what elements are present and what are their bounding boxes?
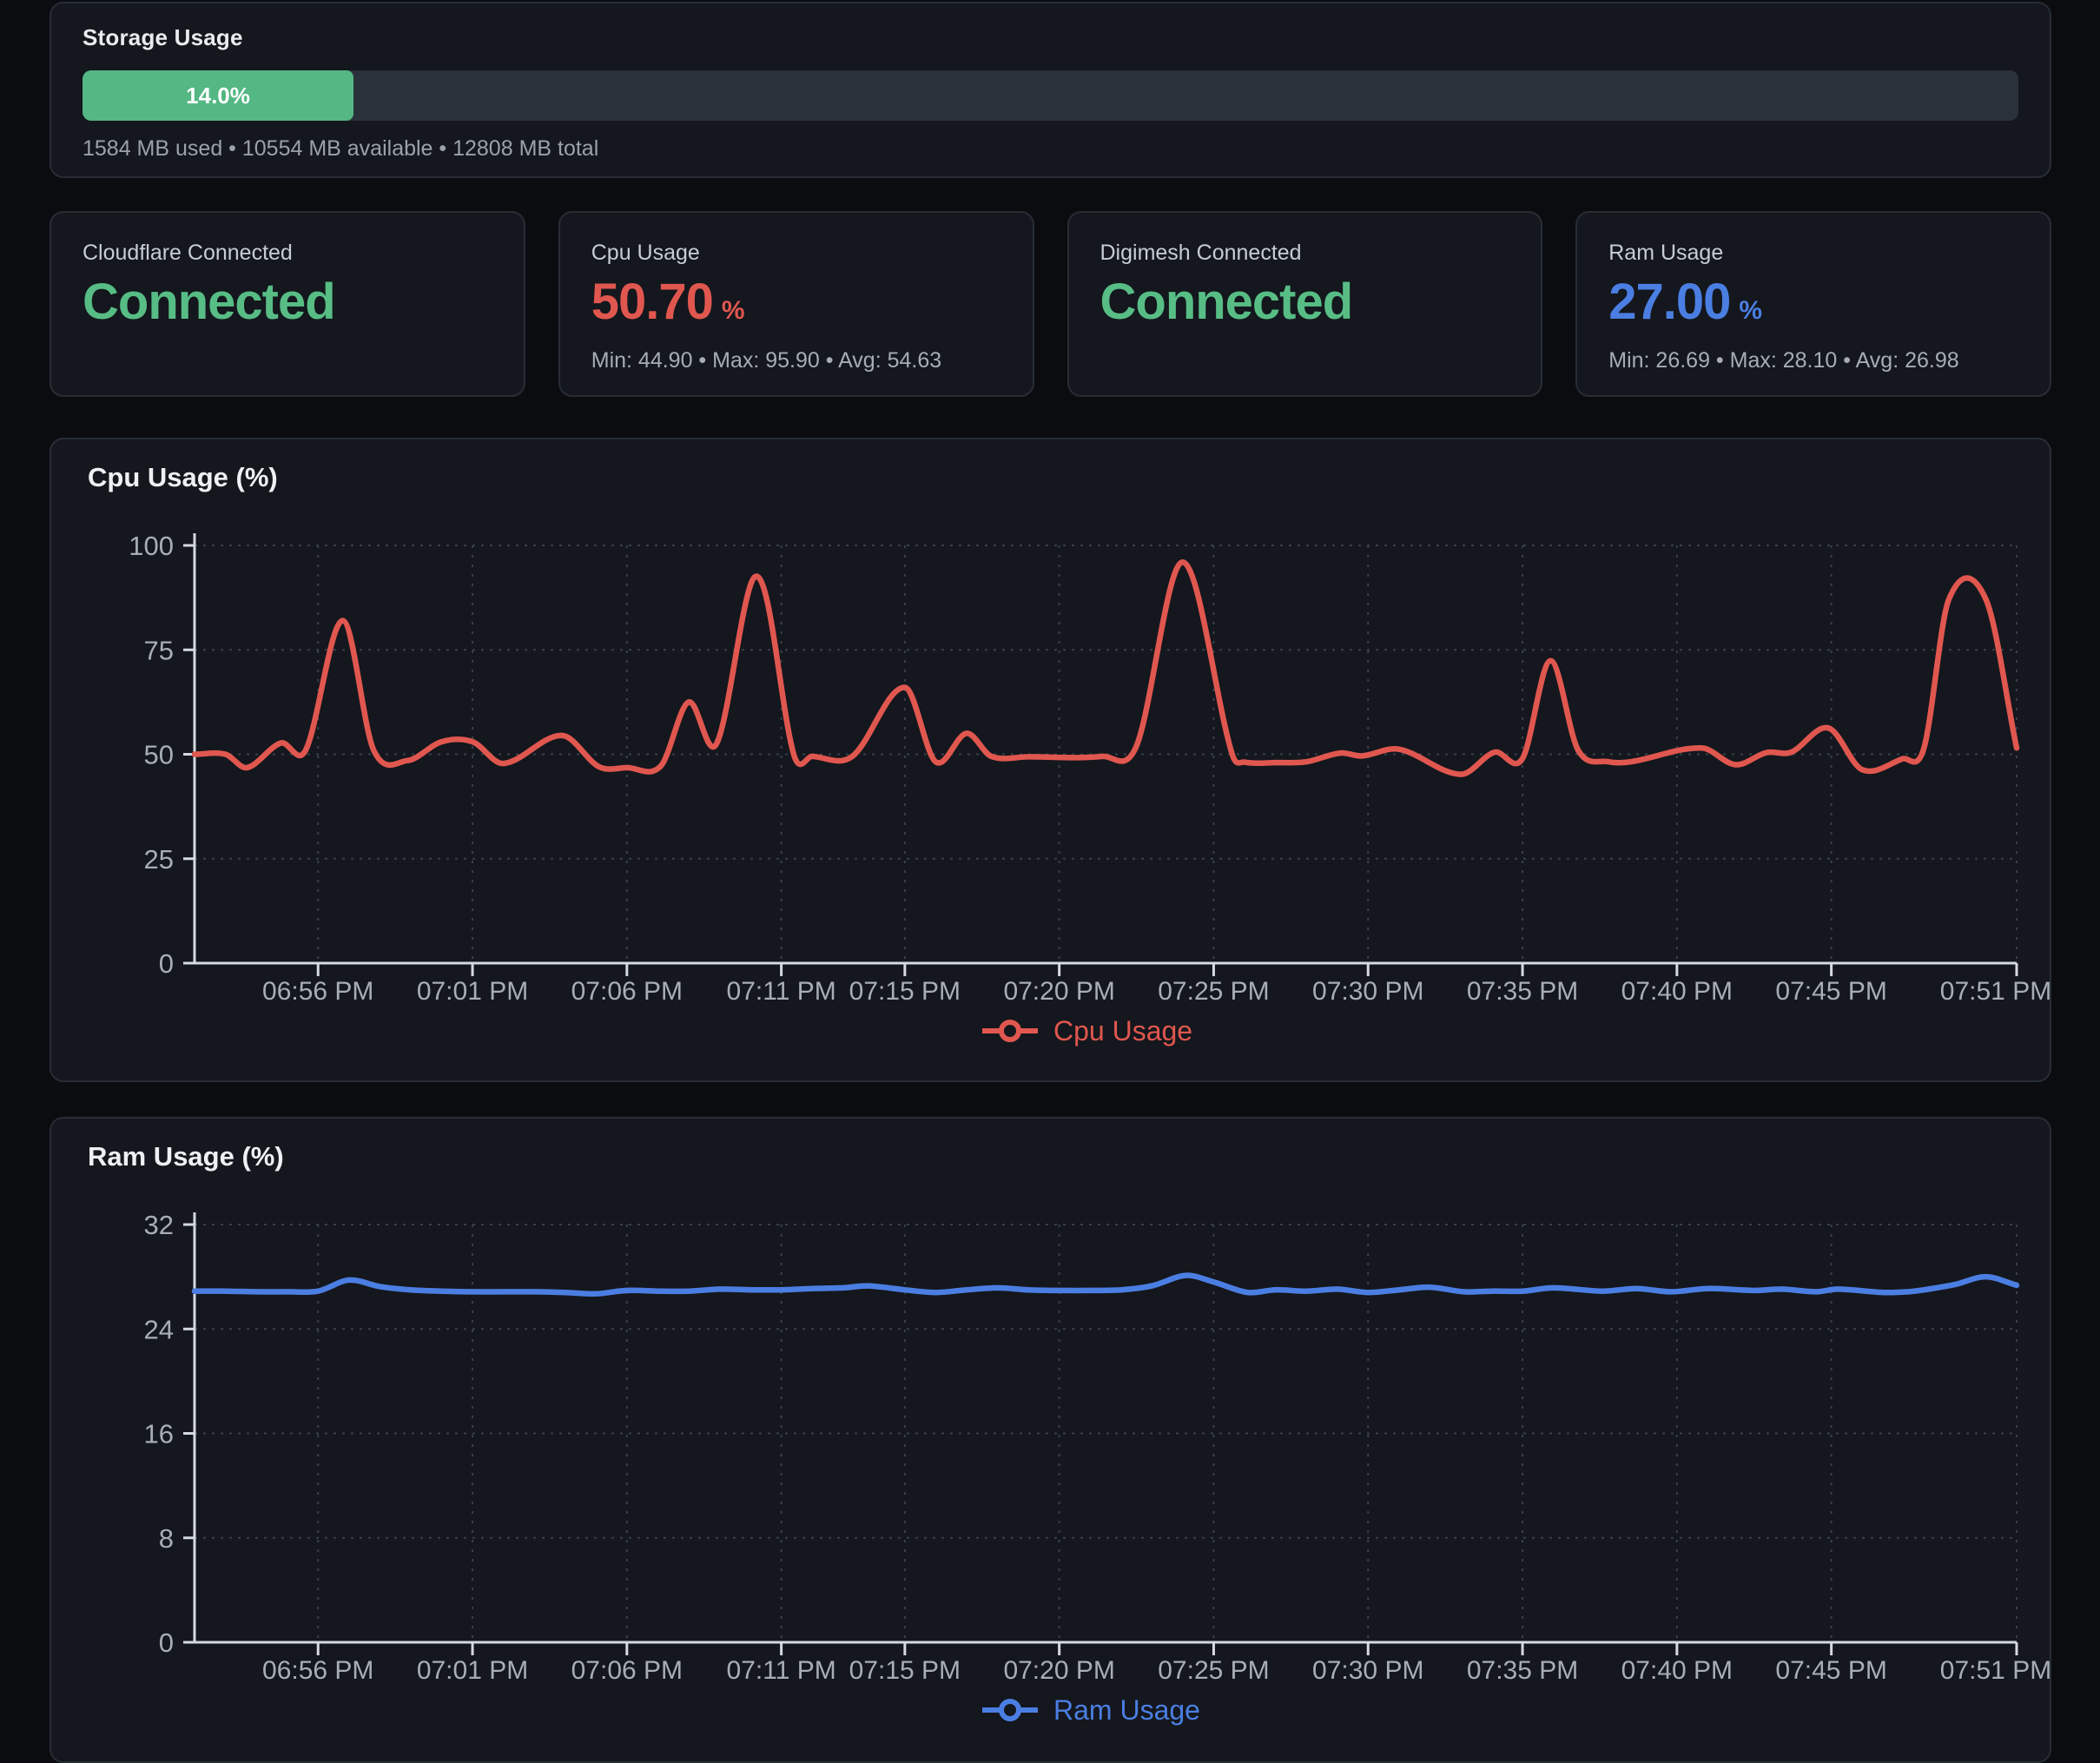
- svg-text:07:51 PM: 07:51 PM: [1940, 977, 2050, 1006]
- dashboard: Storage Usage 14.0% 1584 MB used • 10554…: [50, 2, 2051, 1763]
- card-value-text: Connected: [83, 274, 335, 330]
- svg-text:07:11 PM: 07:11 PM: [727, 977, 836, 1006]
- svg-text:07:35 PM: 07:35 PM: [1467, 1656, 1578, 1685]
- ram-usage-line-chart[interactable]: 0 8 16 24 32 06:56 PM 07:01 PM 07:06 PM 07:11 PM…: [51, 1119, 2050, 1761]
- svg-text:06:56 PM: 06:56 PM: [262, 1656, 373, 1685]
- svg-text:07:30 PM: 07:30 PM: [1312, 1656, 1423, 1685]
- svg-text:07:15 PM: 07:15 PM: [849, 1656, 961, 1685]
- storage-progress-fill: 14.0%: [83, 70, 353, 121]
- status-cards-row: Cloudflare Connected Connected Cpu Usage…: [50, 211, 2051, 397]
- svg-text:07:20 PM: 07:20 PM: [1003, 1656, 1114, 1685]
- card-label: Cloudflare Connected: [83, 241, 492, 266]
- legend-cpu-usage[interactable]: Cpu Usage: [982, 1015, 1192, 1047]
- card-label: Digimesh Connected: [1100, 241, 1510, 266]
- svg-text:07:51 PM: 07:51 PM: [1940, 1656, 2050, 1685]
- card-value-suffix: %: [1739, 296, 1762, 325]
- card-cloudflare-status: Cloudflare Connected Connected: [50, 211, 525, 397]
- svg-text:06:56 PM: 06:56 PM: [262, 977, 373, 1006]
- card-ram-usage: Ram Usage 27.00% Min: 26.69 • Max: 28.10…: [1575, 211, 2051, 397]
- card-stats: Min: 26.69 • Max: 28.10 • Avg: 26.98: [1608, 348, 2018, 373]
- svg-text:25: 25: [144, 844, 174, 875]
- card-value-text: Connected: [1100, 274, 1353, 330]
- card-value-suffix: %: [722, 296, 745, 325]
- card-value: 50.70%: [591, 276, 1001, 329]
- card-digimesh-status: Digimesh Connected Connected: [1067, 211, 1543, 397]
- storage-usage-title: Storage Usage: [83, 24, 2018, 51]
- card-value: Connected: [1100, 276, 1510, 329]
- svg-text:07:20 PM: 07:20 PM: [1003, 977, 1114, 1006]
- storage-progress-bar: 14.0%: [83, 70, 2018, 121]
- svg-text:75: 75: [144, 635, 174, 665]
- card-label: Ram Usage: [1608, 241, 2018, 266]
- svg-text:0: 0: [159, 948, 174, 979]
- svg-text:07:30 PM: 07:30 PM: [1312, 977, 1423, 1006]
- svg-text:07:25 PM: 07:25 PM: [1158, 977, 1269, 1006]
- svg-text:07:01 PM: 07:01 PM: [417, 1656, 528, 1685]
- ram-usage-chart-panel: Ram Usage (%) 0816243206:56 PM07:01 PM07…: [50, 1117, 2051, 1763]
- storage-percent-label: 14.0%: [186, 83, 250, 109]
- svg-text:50: 50: [144, 740, 174, 770]
- card-label: Cpu Usage: [591, 241, 1001, 266]
- svg-text:07:40 PM: 07:40 PM: [1621, 977, 1733, 1006]
- card-value: 27.00%: [1608, 276, 2018, 329]
- svg-text:07:06 PM: 07:06 PM: [571, 977, 683, 1006]
- svg-text:0: 0: [159, 1628, 174, 1658]
- svg-text:07:35 PM: 07:35 PM: [1467, 977, 1578, 1006]
- svg-text:Cpu Usage: Cpu Usage: [1053, 1015, 1192, 1047]
- cpu-usage-line-chart[interactable]: 0 25 50 75 100 06:56 PM 07:01 PM 07:06 PM 07:11 …: [51, 439, 2050, 1080]
- svg-text:07:11 PM: 07:11 PM: [727, 1656, 836, 1685]
- svg-text:07:45 PM: 07:45 PM: [1775, 1656, 1886, 1685]
- svg-text:24: 24: [144, 1314, 174, 1344]
- svg-text:07:45 PM: 07:45 PM: [1775, 977, 1886, 1006]
- svg-text:32: 32: [144, 1210, 174, 1240]
- svg-text:07:40 PM: 07:40 PM: [1621, 1656, 1733, 1685]
- cpu-usage-chart-panel: Cpu Usage (%) 025507510006:56 PM07:01 PM…: [50, 438, 2051, 1082]
- svg-text:100: 100: [129, 531, 174, 561]
- storage-details-text: 1584 MB used • 10554 MB available • 1280…: [83, 136, 2018, 162]
- card-value: Connected: [83, 276, 492, 329]
- card-stats: Min: 44.90 • Max: 95.90 • Avg: 54.63: [591, 348, 1001, 373]
- card-value-text: 50.70: [591, 274, 713, 330]
- svg-text:8: 8: [159, 1523, 174, 1554]
- card-cpu-usage: Cpu Usage 50.70% Min: 44.90 • Max: 95.90…: [558, 211, 1034, 397]
- storage-usage-panel: Storage Usage 14.0% 1584 MB used • 10554…: [50, 2, 2051, 178]
- card-value-text: 27.00: [1608, 274, 1730, 330]
- svg-text:16: 16: [144, 1419, 174, 1449]
- svg-text:07:01 PM: 07:01 PM: [417, 977, 528, 1006]
- svg-text:07:25 PM: 07:25 PM: [1158, 1656, 1269, 1685]
- svg-text:07:15 PM: 07:15 PM: [849, 977, 961, 1006]
- svg-text:07:06 PM: 07:06 PM: [571, 1656, 683, 1685]
